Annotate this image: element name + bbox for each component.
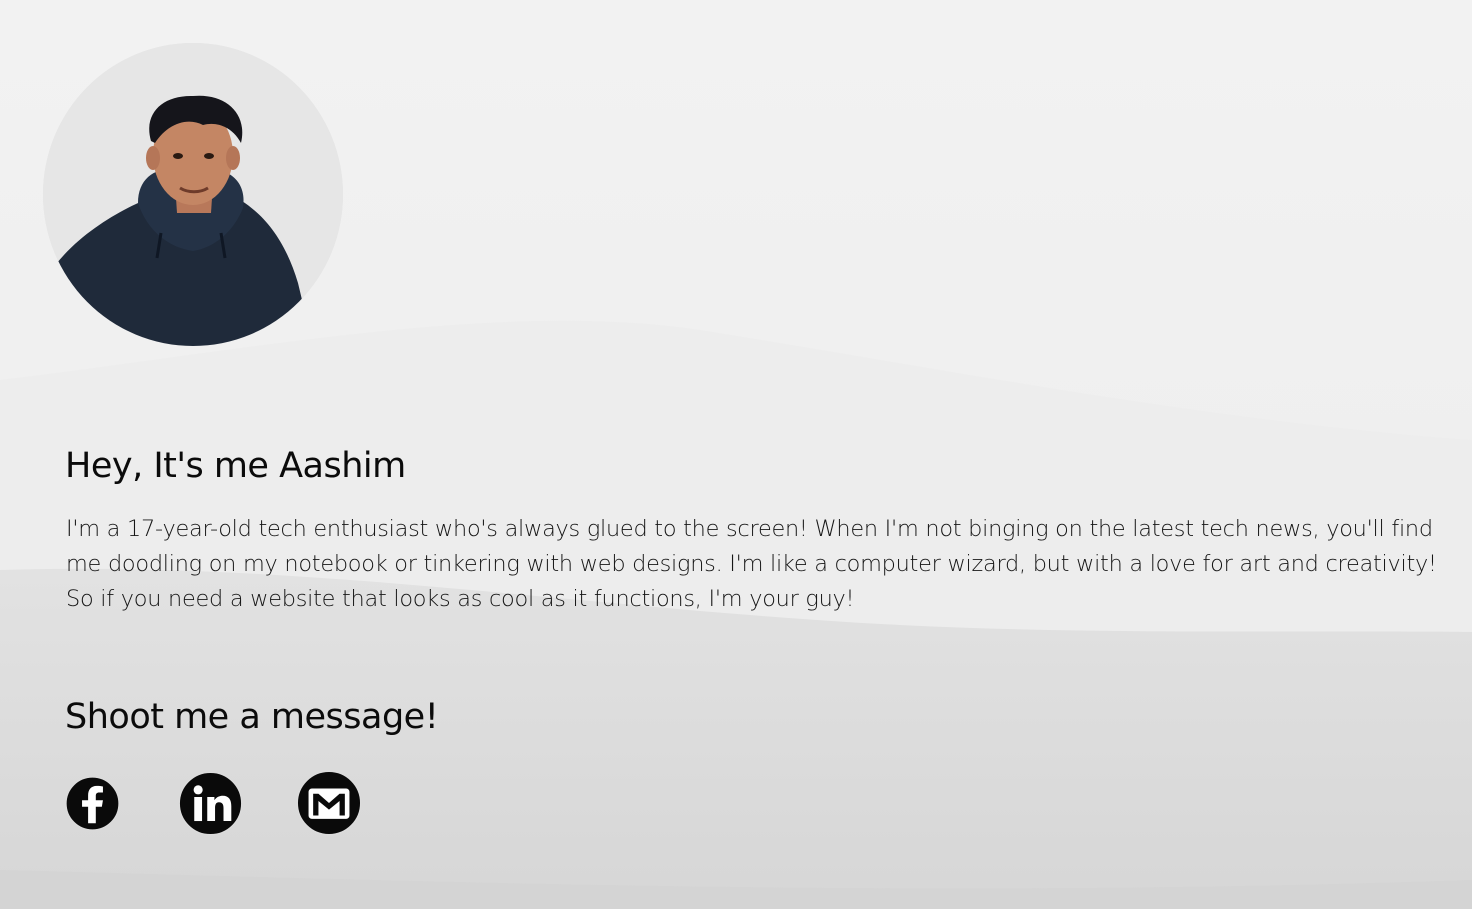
greeting-heading: Hey, It's me Aashim: [65, 446, 406, 486]
facebook-link[interactable]: [65, 776, 120, 831]
gmail-icon: [296, 770, 362, 836]
linkedin-link[interactable]: [178, 771, 243, 836]
gmail-link[interactable]: [296, 770, 362, 836]
linkedin-icon: [178, 771, 243, 836]
profile-avatar: [43, 43, 343, 346]
contact-heading: Shoot me a message!: [65, 697, 439, 737]
facebook-icon: [65, 776, 120, 831]
bio-paragraph: I'm a 17-year-old tech enthusiast who's …: [66, 516, 1437, 612]
person-portrait: [43, 43, 343, 346]
